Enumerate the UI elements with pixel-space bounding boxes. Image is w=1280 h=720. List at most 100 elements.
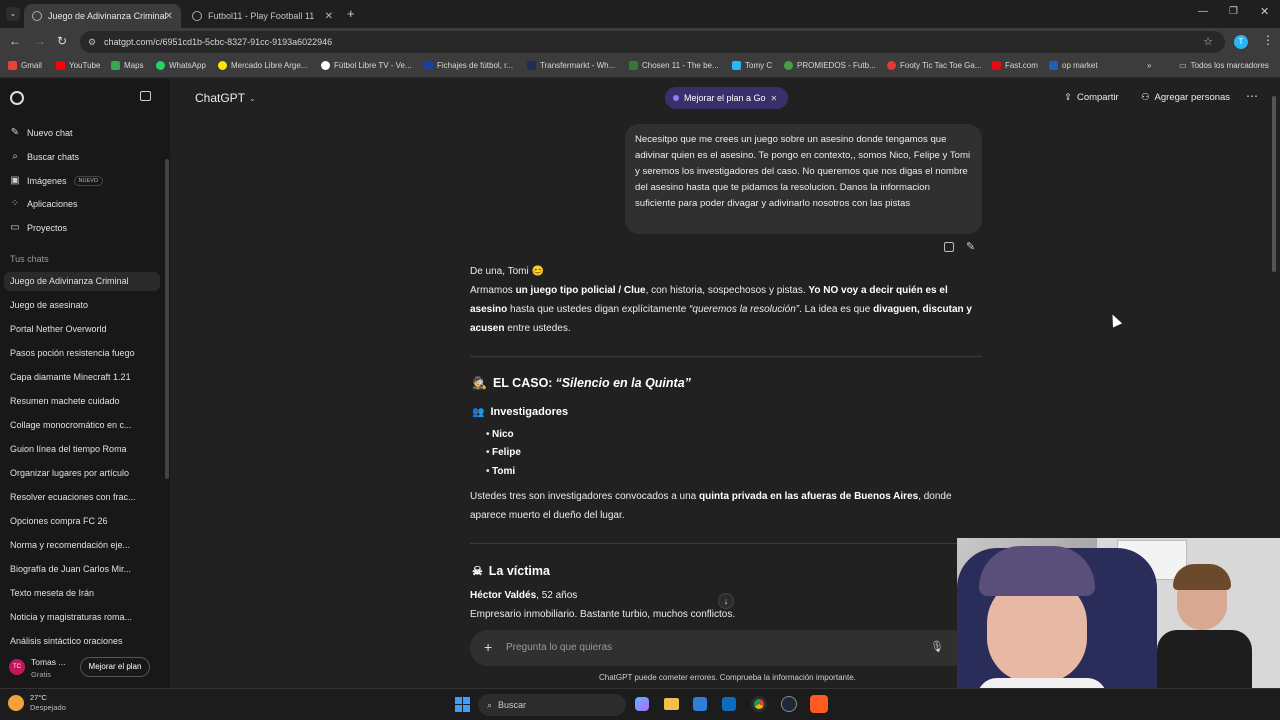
chat-item[interactable]: Opciones compra FC 26 <box>10 516 108 526</box>
bookmark-whatsapp[interactable]: WhatsApp <box>156 61 206 70</box>
footy-icon <box>887 61 896 70</box>
upgrade-pill[interactable]: Mejorar el plan a Go ✕ <box>665 87 788 109</box>
forward-icon[interactable]: → <box>34 34 46 48</box>
globe-icon <box>192 11 202 21</box>
scroll-down-button[interactable]: ↓ <box>718 593 734 609</box>
prompt-input[interactable]: Pregunta lo que quieras <box>506 642 612 653</box>
bookmark-fastcom[interactable]: Fast.com <box>992 61 1038 70</box>
sidebar-item-images[interactable]: ▣ Imágenes NUEVO <box>10 175 104 186</box>
tab-label: Futbol11 - Play Football 11 <box>208 11 315 21</box>
disclaimer: ChatGPT puede cometer errores. Comprueba… <box>599 673 856 682</box>
sidebar-item-new-chat[interactable]: ✎ Nuevo chat <box>10 127 73 138</box>
close-tab-icon[interactable]: ✕ <box>165 11 173 22</box>
user-message-bubble: Necesitpo que me crees un juego sobre un… <box>625 124 982 234</box>
url-field[interactable]: ⚙ chatgpt.com/c/6951cd1b-5cbc-8327-91cc-… <box>80 31 1225 53</box>
new-tab-button[interactable]: + <box>347 6 355 21</box>
bookmark-promiedos[interactable]: PROMIEDOS - Futb... <box>784 61 876 70</box>
bookmark-op-market[interactable]: op market <box>1049 61 1098 70</box>
restore-button[interactable]: ❐ <box>1229 6 1238 17</box>
bookmark-tomy-c[interactable]: Tomy C <box>732 61 772 70</box>
browser-menu-icon[interactable]: ⋮ <box>1262 33 1274 47</box>
victim-name-line: Héctor Valdés, 52 años <box>470 590 578 601</box>
second-person-hair <box>1173 564 1231 590</box>
mouse-cursor-icon <box>1107 312 1123 328</box>
chat-item[interactable]: Juego de Adivinanza Criminal <box>10 276 129 286</box>
share-button[interactable]: ⇪ Compartir <box>1064 92 1119 103</box>
file-explorer-icon[interactable] <box>664 698 679 710</box>
chat-item[interactable]: Capa diamante Minecraft 1.21 <box>10 372 131 382</box>
chat-item[interactable]: Juego de asesinato <box>10 300 88 310</box>
bookmark-futbol-libre[interactable]: Fútbol Libre TV - Ve... <box>321 61 412 70</box>
bookmark-chosen11[interactable]: Chosen 11 - The be... <box>629 61 719 70</box>
sidebar-item-search-chats[interactable]: ⌕ Buscar chats <box>10 151 79 162</box>
start-button-icon[interactable] <box>455 697 470 712</box>
copilot-icon[interactable] <box>635 697 649 711</box>
reload-icon[interactable]: ↻ <box>57 34 67 48</box>
add-people-button[interactable]: ⚇ Agregar personas <box>1141 92 1230 103</box>
all-bookmarks-folder[interactable]: ▭ Todos los marcadores <box>1179 61 1269 70</box>
list-item: Felipe <box>486 447 521 458</box>
transfermarkt-icon <box>527 61 536 70</box>
close-window-button[interactable]: ✕ <box>1260 5 1269 18</box>
attach-icon[interactable]: + <box>484 639 492 655</box>
bookmark-maps[interactable]: Maps <box>111 61 144 70</box>
sidebar-item-apps[interactable]: ⁘ Aplicaciones <box>10 198 78 209</box>
taskbar-search[interactable]: ⌕ Buscar <box>478 694 626 716</box>
mercadolibre-icon <box>218 61 227 70</box>
chat-item[interactable]: Portal Nether Overworld <box>10 324 107 334</box>
chat-item[interactable]: Noticia y magistraturas roma... <box>10 612 132 622</box>
chat-item[interactable]: Resolver ecuaciones con frac... <box>10 492 136 502</box>
minimize-button[interactable]: — <box>1198 6 1208 17</box>
weather-widget[interactable]: 27°C Despejado <box>8 693 66 713</box>
chrome-icon[interactable] <box>751 696 767 712</box>
promiedos-icon <box>784 61 793 70</box>
chat-item[interactable]: Biografía de Juan Carlos Mir... <box>10 564 131 574</box>
more-options-icon[interactable]: ⋯ <box>1246 89 1258 103</box>
tab-juego-adivinanza[interactable]: Juego de Adivinanza Criminal ✕ <box>24 4 181 28</box>
close-icon[interactable]: ✕ <box>771 94 778 103</box>
sidebar-scrollbar[interactable] <box>165 159 169 479</box>
chat-item[interactable]: Organizar lugares por artículo <box>10 468 129 478</box>
whatsapp-icon <box>156 61 165 70</box>
sidebar-item-projects[interactable]: ▭ Proyectos <box>10 222 67 233</box>
outlook-icon[interactable] <box>722 697 736 711</box>
chat-item[interactable]: Resumen machete cuidado <box>10 396 120 406</box>
chat-item[interactable]: Guion línea del tiempo Roma <box>10 444 127 454</box>
chat-item[interactable]: Collage monocromático en c... <box>10 420 132 430</box>
recorder-icon[interactable] <box>810 695 828 713</box>
browser-tab-bar: ⌄ Juego de Adivinanza Criminal ✕ Futbol1… <box>0 0 1280 28</box>
openai-logo-icon[interactable] <box>10 91 24 105</box>
model-selector[interactable]: ChatGPT ⌄ <box>195 91 256 105</box>
list-item: Tomi <box>486 466 515 477</box>
fichajes-icon <box>424 61 433 70</box>
chat-item[interactable]: Norma y recomendación eje... <box>10 540 130 550</box>
edit-message-icon[interactable]: ✎ <box>966 240 975 253</box>
toggle-sidebar-icon[interactable] <box>140 91 151 101</box>
store-icon[interactable] <box>693 697 707 711</box>
chat-item[interactable]: Análisis sintáctico oraciones <box>10 636 123 646</box>
bookmark-youtube[interactable]: YouTube <box>56 61 100 70</box>
steam-icon[interactable] <box>781 696 797 712</box>
bookmark-mercadolibre[interactable]: Mercado Libre Arge... <box>218 61 307 70</box>
bookmark-star-icon[interactable]: ☆ <box>1203 31 1213 53</box>
bookmark-gmail[interactable]: Gmail <box>8 61 42 70</box>
bookmarks-overflow-icon[interactable]: » <box>1147 61 1151 70</box>
bookmark-footy-tictactoe[interactable]: Footy Tic Tac Toe Ga... <box>887 61 982 70</box>
site-info-icon[interactable]: ⚙ <box>88 31 96 53</box>
user-avatar[interactable]: TC <box>9 659 25 675</box>
people-icon: 👥 <box>472 406 485 418</box>
tab-search-icon[interactable]: ⌄ <box>6 7 20 21</box>
back-icon[interactable]: ← <box>9 34 21 48</box>
tab-futbol11[interactable]: Futbol11 - Play Football 11 ✕ <box>184 4 341 28</box>
bookmark-transfermarkt[interactable]: Transfermarkt - Wh... <box>527 61 615 70</box>
close-tab-icon[interactable]: ✕ <box>325 11 333 22</box>
chat-item[interactable]: Texto meseta de Irán <box>10 588 94 598</box>
case-heading: 🕵 EL CASO: “Silencio en la Quinta” <box>472 376 691 390</box>
microphone-icon[interactable]: 🎙 <box>930 640 944 653</box>
chat-item[interactable]: Pasos poción resistencia fuego <box>10 348 135 358</box>
main-scrollbar[interactable] <box>1272 96 1276 272</box>
copy-icon[interactable] <box>944 242 954 252</box>
upgrade-plan-button[interactable]: Mejorar el plan <box>80 657 150 677</box>
bookmark-fichajes[interactable]: Fichajes de fútbol, r... <box>424 61 513 70</box>
profile-avatar[interactable]: T <box>1234 35 1248 49</box>
